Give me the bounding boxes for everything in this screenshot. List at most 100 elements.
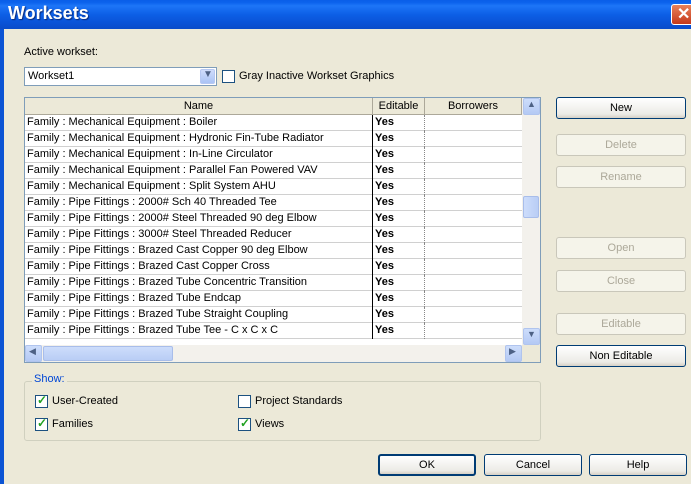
row-name-cell: Family : Mechanical Equipment : Split Sy… xyxy=(25,179,373,195)
row-editable-cell[interactable]: Yes xyxy=(373,195,425,211)
window-frame-left xyxy=(0,29,4,484)
table-row[interactable]: Family : Mechanical Equipment : Split Sy… xyxy=(25,179,522,195)
table-row[interactable]: Family : Pipe Fittings : 2000# Sch 40 Th… xyxy=(25,195,522,211)
row-borrowers-cell xyxy=(425,259,522,275)
checkmark-icon: ✓ xyxy=(37,416,48,430)
row-name-cell: Family : Pipe Fittings : 2000# Sch 40 Th… xyxy=(25,195,373,211)
row-borrowers-cell xyxy=(425,179,522,195)
table-row[interactable]: Family : Pipe Fittings : Brazed Tube End… xyxy=(25,291,522,307)
chevron-down-icon: ▼ xyxy=(203,69,213,80)
row-borrowers-cell xyxy=(425,227,522,243)
families-checkbox[interactable]: ✓ xyxy=(35,416,48,431)
window-title: Worksets xyxy=(8,3,89,23)
row-name-cell: Family : Pipe Fittings : Brazed Cast Cop… xyxy=(25,243,373,259)
row-editable-cell[interactable]: Yes xyxy=(373,163,425,179)
row-name-cell: Family : Pipe Fittings : Brazed Cast Cop… xyxy=(25,259,373,275)
views-label: Views xyxy=(255,418,285,430)
column-header-borrowers[interactable]: Borrowers xyxy=(425,98,522,115)
scroll-right-button[interactable]: ▶ xyxy=(505,345,522,362)
chevron-down-icon: ▼ xyxy=(527,329,536,339)
close-icon: ✕ xyxy=(677,6,691,23)
row-editable-cell[interactable]: Yes xyxy=(373,307,425,323)
help-button[interactable]: Help xyxy=(589,454,687,476)
close-button[interactable]: ✕ xyxy=(671,4,691,25)
row-borrowers-cell xyxy=(425,275,522,291)
row-editable-cell[interactable]: Yes xyxy=(373,275,425,291)
row-editable-cell[interactable]: Yes xyxy=(373,291,425,307)
table-row[interactable]: Family : Pipe Fittings : Brazed Tube Con… xyxy=(25,275,522,291)
row-name-cell: Family : Mechanical Equipment : Boiler xyxy=(25,115,373,131)
row-name-cell: Family : Mechanical Equipment : In-Line … xyxy=(25,147,373,163)
title-bar[interactable] xyxy=(0,0,691,29)
close-workset-button[interactable]: Close xyxy=(556,270,686,292)
row-editable-cell[interactable]: Yes xyxy=(373,115,425,131)
row-borrowers-cell xyxy=(425,163,522,179)
horizontal-scroll-thumb[interactable] xyxy=(43,346,173,361)
chevron-right-icon: ▶ xyxy=(509,346,516,356)
row-editable-cell[interactable]: Yes xyxy=(373,243,425,259)
column-header-name[interactable]: Name xyxy=(25,98,373,115)
table-row[interactable]: Family : Mechanical Equipment : In-Line … xyxy=(25,147,522,163)
scroll-down-button[interactable]: ▼ xyxy=(523,328,540,345)
user-created-checkbox[interactable]: ✓ xyxy=(35,393,48,408)
row-borrowers-cell xyxy=(425,147,522,163)
column-header-editable[interactable]: Editable xyxy=(373,98,425,115)
row-editable-cell[interactable]: Yes xyxy=(373,211,425,227)
table-row[interactable]: Family : Pipe Fittings : 2000# Steel Thr… xyxy=(25,211,522,227)
scroll-left-button[interactable]: ◀ xyxy=(25,345,42,362)
row-editable-cell[interactable]: Yes xyxy=(373,147,425,163)
row-name-cell: Family : Pipe Fittings : Brazed Tube Con… xyxy=(25,275,373,291)
row-borrowers-cell xyxy=(425,211,522,227)
editable-button[interactable]: Editable xyxy=(556,313,686,335)
gray-inactive-checkbox[interactable] xyxy=(222,70,235,83)
show-label: Show: xyxy=(32,373,67,385)
views-checkbox[interactable]: ✓ xyxy=(238,416,251,431)
table-row[interactable]: Family : Pipe Fittings : Brazed Tube Tee… xyxy=(25,323,522,339)
non-editable-button[interactable]: Non Editable xyxy=(556,345,686,367)
table-row[interactable]: Family : Mechanical Equipment : Parallel… xyxy=(25,163,522,179)
row-editable-cell[interactable]: Yes xyxy=(373,131,425,147)
project-standards-checkbox[interactable] xyxy=(238,395,251,408)
row-borrowers-cell xyxy=(425,323,522,339)
table-row[interactable]: Family : Pipe Fittings : 3000# Steel Thr… xyxy=(25,227,522,243)
open-button[interactable]: Open xyxy=(556,237,686,259)
row-editable-cell[interactable]: Yes xyxy=(373,323,425,339)
scroll-up-button[interactable]: ▲ xyxy=(523,98,540,115)
table-row[interactable]: Family : Pipe Fittings : Brazed Cast Cop… xyxy=(25,259,522,275)
new-button[interactable]: New xyxy=(556,97,686,119)
cancel-button[interactable]: Cancel xyxy=(484,454,582,476)
chevron-left-icon: ◀ xyxy=(29,346,36,356)
active-workset-label: Active workset: xyxy=(24,46,98,58)
user-created-label: User-Created xyxy=(52,395,119,407)
row-editable-cell[interactable]: Yes xyxy=(373,179,425,195)
row-editable-cell[interactable]: Yes xyxy=(373,259,425,275)
delete-button[interactable]: Delete xyxy=(556,134,686,156)
gray-inactive-label: Gray Inactive Workset Graphics xyxy=(239,70,395,82)
row-borrowers-cell xyxy=(425,131,522,147)
checkmark-icon: ✓ xyxy=(37,393,48,407)
row-borrowers-cell xyxy=(425,243,522,259)
active-workset-dropdown[interactable]: Workset1 ▼ xyxy=(24,67,217,86)
show-group xyxy=(24,381,541,441)
row-editable-cell[interactable]: Yes xyxy=(373,227,425,243)
rename-button[interactable]: Rename xyxy=(556,166,686,188)
dropdown-arrow-button[interactable]: ▼ xyxy=(200,69,215,84)
row-borrowers-cell xyxy=(425,307,522,323)
table-row[interactable]: Family : Mechanical Equipment : Hydronic… xyxy=(25,131,522,147)
ok-button[interactable]: OK xyxy=(378,454,476,476)
table-row[interactable]: Family : Pipe Fittings : Brazed Cast Cop… xyxy=(25,243,522,259)
workset-table[interactable]: Name Editable Borrowers Family : Mechani… xyxy=(24,97,541,363)
row-name-cell: Family : Pipe Fittings : Brazed Tube Str… xyxy=(25,307,373,323)
table-row[interactable]: Family : Mechanical Equipment : Boiler Ye… xyxy=(25,115,522,131)
row-borrowers-cell xyxy=(425,115,522,131)
checkmark-icon: ✓ xyxy=(240,416,251,430)
vertical-scroll-thumb[interactable] xyxy=(523,196,539,218)
row-borrowers-cell xyxy=(425,195,522,211)
active-workset-value: Workset1 xyxy=(28,70,75,82)
row-name-cell: Family : Pipe Fittings : Brazed Tube End… xyxy=(25,291,373,307)
row-name-cell: Family : Mechanical Equipment : Parallel… xyxy=(25,163,373,179)
row-name-cell: Family : Pipe Fittings : Brazed Tube Tee… xyxy=(25,323,373,339)
table-row[interactable]: Family : Pipe Fittings : Brazed Tube Str… xyxy=(25,307,522,323)
vertical-scrollbar[interactable]: ▲ ▼ xyxy=(522,98,540,345)
horizontal-scrollbar[interactable]: ◀ ▶ xyxy=(25,345,522,362)
